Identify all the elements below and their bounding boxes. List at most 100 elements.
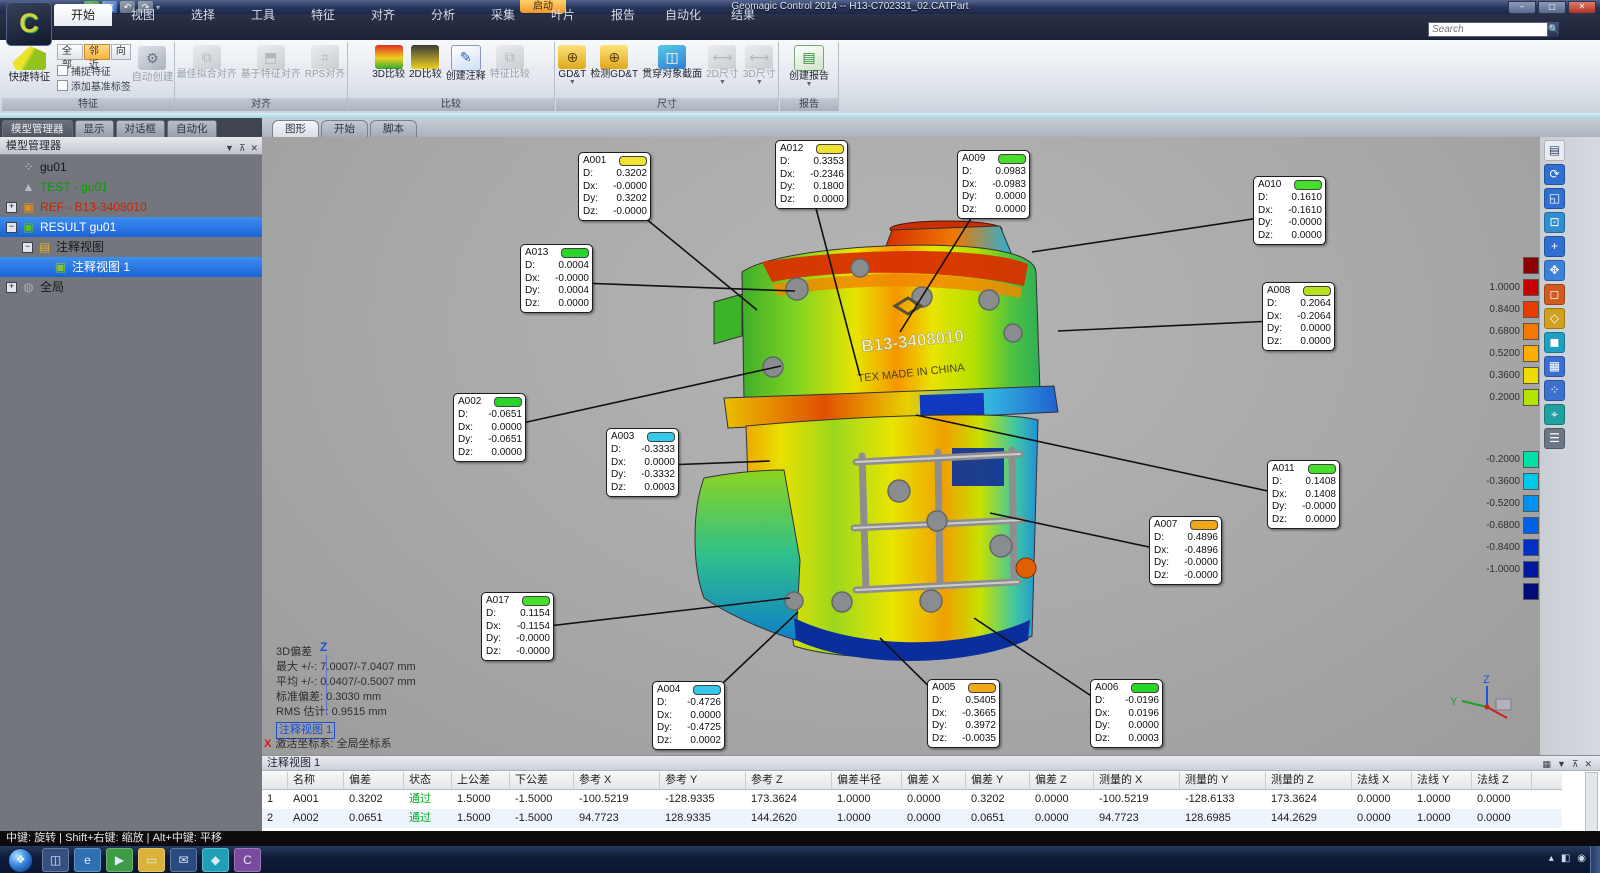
ribbon-tab-10[interactable]: 报告 bbox=[594, 4, 652, 26]
annotation-callout-A007[interactable]: A007D:0.4896Dx:-0.4896Dy:-0.0000Dz:-0.00… bbox=[1149, 516, 1222, 585]
toggle-direction-button[interactable]: 向 bbox=[111, 44, 131, 60]
column-header[interactable]: 法线 Y bbox=[1412, 772, 1472, 789]
pin-icon[interactable]: ⊼ bbox=[239, 139, 246, 157]
tray-icon-2[interactable]: ◧ bbox=[1561, 850, 1570, 868]
geomagic-logo[interactable]: C bbox=[6, 2, 52, 46]
column-header[interactable]: 偏差半径 bbox=[832, 772, 902, 789]
view-settings-icon[interactable]: ☰ bbox=[1544, 428, 1565, 449]
expander-icon[interactable]: + bbox=[6, 202, 17, 213]
taskbar-app-3-icon[interactable]: ▶ bbox=[106, 848, 133, 872]
left-tab-3[interactable]: 对话框 bbox=[116, 120, 166, 138]
tray-icon-3[interactable]: ◉ bbox=[1577, 850, 1586, 868]
expander-icon[interactable]: − bbox=[6, 222, 17, 233]
feature-compare-button[interactable]: ⧉特征比较 bbox=[488, 42, 532, 81]
column-header[interactable]: 名称 bbox=[288, 772, 344, 789]
annotation-callout-A017[interactable]: A017D:0.1154Dx:-0.1154Dy:-0.0000Dz:-0.00… bbox=[481, 592, 554, 661]
left-tab-1[interactable]: 模型管理器 bbox=[2, 120, 73, 138]
taskbar-app-4-icon[interactable]: ▭ bbox=[138, 848, 165, 872]
gdt-button[interactable]: ⊕GD&T▼ bbox=[556, 42, 588, 87]
toggle-all-button[interactable]: 全部 bbox=[57, 44, 83, 60]
feature-align-button[interactable]: ⬒基于特征对齐 bbox=[239, 42, 303, 81]
ribbon-tab-2[interactable]: 视图 bbox=[114, 4, 172, 26]
tree-item[interactable]: +◍全局 bbox=[0, 277, 262, 297]
ribbon-tab-6[interactable]: 对齐 bbox=[354, 4, 412, 26]
table-menu-icon[interactable]: ▼ bbox=[1557, 757, 1566, 772]
column-header[interactable]: 偏差 X bbox=[902, 772, 966, 789]
annotation-callout-A006[interactable]: A006D:-0.0196Dx:0.0196Dy:0.0000Dz:0.0003 bbox=[1090, 679, 1163, 748]
through-object-section-button[interactable]: ◫贯穿对象截面 bbox=[640, 42, 704, 81]
expander-icon[interactable]: + bbox=[6, 282, 17, 293]
detect-gdt-button[interactable]: ⊕检测GD&T bbox=[588, 42, 640, 81]
tree-item[interactable]: ⁘gu01 bbox=[0, 157, 262, 177]
taskbar-app-7-icon[interactable]: C bbox=[234, 848, 261, 872]
ribbon-tab-4[interactable]: 工具 bbox=[234, 4, 292, 26]
zoom-in-icon[interactable]: + bbox=[1544, 236, 1565, 257]
iso-view-icon[interactable]: ◇ bbox=[1544, 308, 1565, 329]
dimension-3d-button[interactable]: ⟷3D尺寸▼ bbox=[741, 42, 778, 87]
column-header[interactable]: 下公差 bbox=[510, 772, 574, 789]
add-datum-label-checkbox[interactable]: 添加基准标签 bbox=[57, 78, 131, 93]
compare-3d-button[interactable]: 3D比较 bbox=[370, 42, 407, 81]
tree-item[interactable]: +▣REF - B13-3408010 bbox=[0, 197, 262, 217]
annotation-callout-A005[interactable]: A005D:0.5405Dx:-0.3665Dy:0.3972Dz:-0.003… bbox=[927, 679, 1000, 748]
left-tab-2[interactable]: 显示 bbox=[75, 120, 114, 138]
rps-align-button[interactable]: ⌗RPS对齐 bbox=[303, 42, 348, 81]
create-annotation-button[interactable]: ✎创建注释 bbox=[444, 42, 488, 83]
annotation-callout-A013[interactable]: A013D:0.0004Dx:-0.0000Dy:0.0004Dz:0.0000 bbox=[520, 244, 593, 313]
annotation-callout-A003[interactable]: A003D:-0.3333Dx:0.0000Dy:-0.3332Dz:0.000… bbox=[606, 428, 679, 497]
show-desktop-button[interactable] bbox=[1590, 846, 1600, 873]
zoom-window-icon[interactable]: ⊡ bbox=[1544, 212, 1565, 233]
taskbar-app-1-icon[interactable]: ◫ bbox=[42, 848, 69, 872]
table-row[interactable]: 1A0010.3202通过1.5000-1.5000-100.5219-128.… bbox=[262, 790, 1562, 809]
zoom-fit-icon[interactable]: ◱ bbox=[1544, 188, 1565, 209]
annotation-callout-A004[interactable]: A004D:-0.4726Dx:0.0000Dy:-0.4725Dz:0.000… bbox=[652, 681, 725, 750]
point-cloud-view-icon[interactable]: ⁘ bbox=[1544, 380, 1565, 401]
expander-icon[interactable]: − bbox=[22, 242, 33, 253]
close-button[interactable]: ✕ bbox=[1568, 1, 1596, 14]
maximize-button[interactable]: ▢ bbox=[1538, 1, 1566, 14]
annotation-callout-A001[interactable]: A001D:0.3202Dx:-0.0000Dy:0.3202Dz:-0.000… bbox=[578, 152, 651, 221]
annotation-callout-A011[interactable]: A011D:0.1408Dx:0.1408Dy:-0.0000Dz:0.0000 bbox=[1267, 460, 1340, 529]
viewport-3d[interactable]: B13-3408010 TEX MADE IN CHINA Z Y Z 3D偏差… bbox=[262, 137, 1540, 755]
dropdown-caret-icon[interactable]: ▼ bbox=[789, 82, 829, 88]
dropdown-caret-icon[interactable]: ▼ bbox=[558, 80, 586, 86]
taskbar-app-2-icon[interactable]: e bbox=[74, 848, 101, 872]
ribbon-tab-1[interactable]: 开始 bbox=[54, 4, 112, 26]
rotate-view-icon[interactable]: ⟳ bbox=[1544, 164, 1565, 185]
start-button[interactable]: ❖ bbox=[8, 848, 33, 873]
tree-item[interactable]: ▣注释视图 1 bbox=[0, 257, 262, 277]
minimize-button[interactable]: – bbox=[1508, 1, 1536, 14]
dropdown-caret-icon[interactable]: ▼ bbox=[743, 80, 776, 86]
ribbon-tab-12[interactable]: 结果 bbox=[714, 4, 772, 26]
panel-menu-icon[interactable]: ▼ bbox=[225, 139, 234, 157]
viewport-tab-1[interactable]: 图形 bbox=[272, 120, 319, 138]
create-report-button[interactable]: ▤创建报告▼ bbox=[787, 42, 831, 89]
tree-item[interactable]: −▣RESULT gu01 bbox=[0, 217, 262, 237]
measure-tool-icon[interactable]: ⌖ bbox=[1544, 404, 1565, 425]
front-view-icon[interactable]: ◻ bbox=[1544, 284, 1565, 305]
best-fit-align-button[interactable]: ⧉最佳拟合对齐 bbox=[175, 42, 239, 81]
ribbon-tab-9[interactable]: 叶片 bbox=[534, 4, 592, 26]
column-header[interactable]: 状态 bbox=[404, 772, 452, 789]
table-pin-icon[interactable]: ⊼ bbox=[1572, 757, 1579, 772]
column-header[interactable]: 偏差 Y bbox=[966, 772, 1030, 789]
properties-panel-icon[interactable]: ▤ bbox=[1544, 140, 1565, 161]
taskbar-app-5-icon[interactable]: ✉ bbox=[170, 848, 197, 872]
column-header[interactable]: 法线 X bbox=[1352, 772, 1412, 789]
column-header[interactable]: 测量的 Y bbox=[1180, 772, 1266, 789]
column-header[interactable]: 偏差 bbox=[344, 772, 404, 789]
column-header[interactable]: 测量的 Z bbox=[1266, 772, 1352, 789]
column-header[interactable]: 参考 Z bbox=[746, 772, 832, 789]
dimension-2d-button[interactable]: ⟷2D尺寸▼ bbox=[704, 42, 741, 87]
column-header[interactable]: 参考 Y bbox=[660, 772, 746, 789]
tree-item[interactable]: ▲TEST - gu01 bbox=[0, 177, 262, 197]
column-header[interactable]: 参考 X bbox=[574, 772, 660, 789]
annotation-callout-A008[interactable]: A008D:0.2064Dx:-0.2064Dy:0.0000Dz:0.0000 bbox=[1262, 282, 1335, 351]
ribbon-tab-3[interactable]: 选择 bbox=[174, 4, 232, 26]
panel-close-icon[interactable]: ✕ bbox=[250, 139, 258, 157]
annotation-callout-A009[interactable]: A009D:0.0983Dx:-0.0983Dy:0.0000Dz:0.0000 bbox=[957, 150, 1030, 219]
left-tab-4[interactable]: 自动化 bbox=[167, 120, 217, 138]
pan-view-icon[interactable]: ✥ bbox=[1544, 260, 1565, 281]
viewport-tab-2[interactable]: 开始 bbox=[321, 120, 368, 138]
column-header[interactable]: 上公差 bbox=[452, 772, 510, 789]
